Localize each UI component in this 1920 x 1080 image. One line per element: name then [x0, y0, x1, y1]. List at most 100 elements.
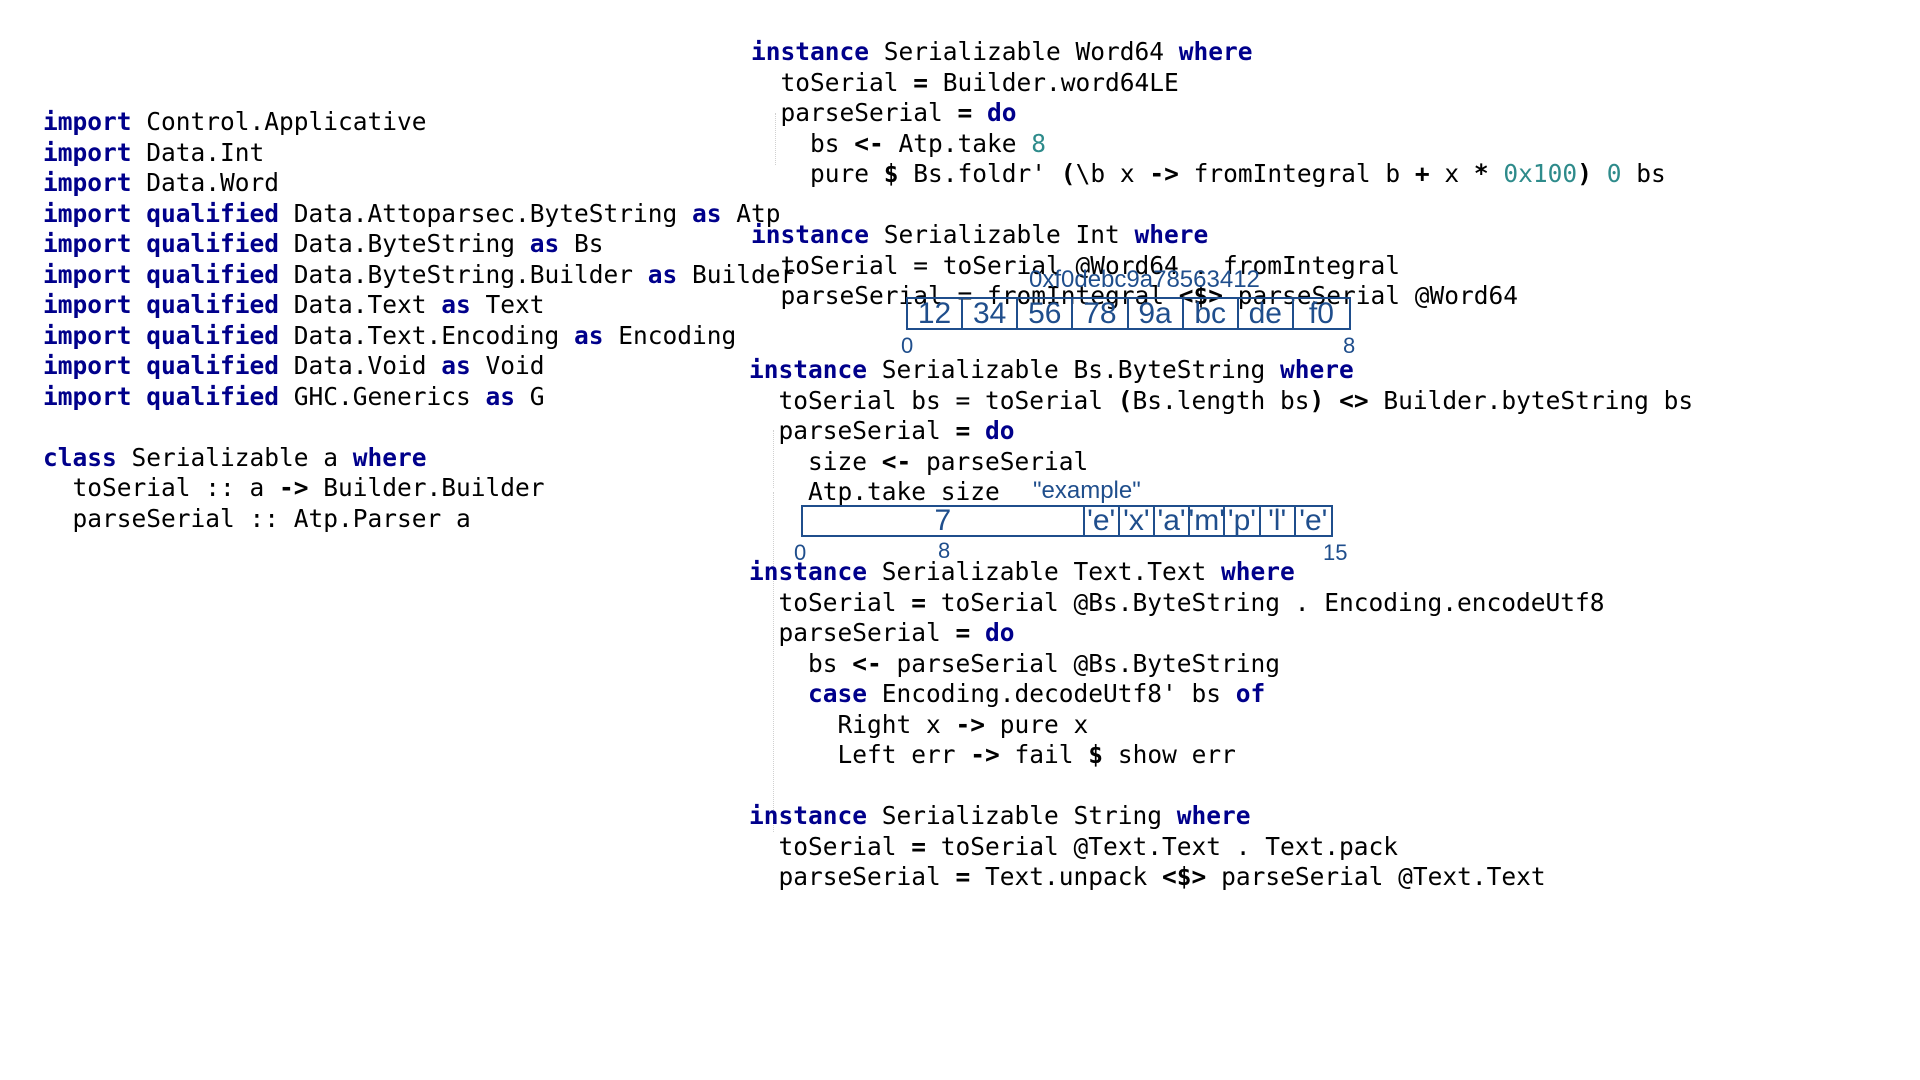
code-token: Bs.foldr' — [898, 159, 1061, 188]
keyword-token: do — [985, 416, 1015, 445]
keyword-token: where — [1176, 801, 1251, 830]
code-token: Builder.byteString bs — [1368, 385, 1694, 415]
code-line: Right x -> pure x — [749, 710, 1605, 741]
code-token: Void — [470, 351, 545, 380]
code-line: import qualified Data.Void as Void — [43, 351, 795, 382]
code-token: Atp.take — [883, 128, 1032, 158]
code-line: instance Serializable String where — [749, 801, 1605, 832]
code-line: toSerial = toSerial @Bs.ByteString . Enc… — [749, 588, 1605, 619]
code-token: Data.Text.Encoding — [279, 320, 575, 350]
code-line: parseSerial = Text.unpack <$> parseSeria… — [749, 862, 1605, 893]
code-token: Data.Attoparsec.ByteString — [279, 198, 693, 228]
byte-cell: bc — [1184, 297, 1239, 330]
code-line: bs <- parseSerial @Bs.ByteString — [749, 649, 1605, 680]
code-token: G — [515, 381, 545, 411]
code-token: size — [749, 446, 882, 476]
char-byte-cell: 'e' — [1299, 504, 1328, 537]
keyword-token: where — [1280, 355, 1354, 384]
keyword-token: import qualified — [43, 229, 280, 258]
keyword-token: instance — [751, 37, 870, 66]
byte-cell: de — [1239, 297, 1294, 330]
byte-cell: f0 — [1308, 296, 1334, 330]
char-byte-cell: 'a' — [1155, 504, 1191, 537]
code-token: Text.unpack — [970, 862, 1163, 891]
code-token: <- — [881, 446, 912, 476]
keyword-token: import qualified — [43, 290, 280, 319]
code-token: bs — [1621, 159, 1666, 188]
code-token: Bs.length bs — [1132, 385, 1310, 415]
code-line: toSerial = Builder.word64LE — [751, 68, 1666, 99]
code-token: toSerial — [751, 67, 914, 97]
code-line: import qualified Data.Attoparsec.ByteStr… — [43, 199, 795, 230]
code-token: GHC.Generics — [279, 381, 486, 411]
code-token: bs — [749, 648, 853, 678]
code-token: = — [955, 416, 971, 445]
keyword-token: import qualified — [43, 320, 280, 350]
code-token: Serializable Int — [869, 220, 1135, 249]
keyword-token: import qualified — [43, 381, 280, 411]
keyword-token: instance — [749, 355, 868, 384]
code-line: instance Serializable Text.Text where — [749, 557, 1605, 588]
keyword-token: as — [441, 290, 471, 319]
code-line: parseSerial = do — [749, 416, 1693, 447]
code-line: parseSerial :: Atp.Parser a — [43, 504, 795, 535]
code-token: parseSerial — [911, 446, 1089, 476]
keyword-token: instance — [751, 220, 870, 249]
code-token: = — [911, 831, 927, 861]
byte-cell: 78 — [1073, 297, 1129, 330]
keyword-token: as — [574, 320, 604, 350]
code-token: fail — [999, 740, 1089, 769]
char-byte-cell: 'l' — [1261, 504, 1296, 537]
code-token: Data.Text — [279, 290, 442, 319]
code-line: parseSerial = do — [749, 618, 1605, 649]
keyword-token: instance — [749, 801, 868, 830]
code-token: ) — [1309, 385, 1325, 415]
keyword-token: import — [43, 107, 132, 136]
code-token: Data.ByteString — [279, 229, 530, 258]
byte-cell: 34 — [963, 297, 1019, 330]
code-line: import Control.Applicative — [43, 107, 795, 138]
word64-diagram-title: 0xf0debc9a78563412 — [1029, 266, 1260, 293]
code-token: <- — [854, 128, 884, 158]
code-token: * — [1473, 159, 1489, 188]
code-token: = — [913, 67, 929, 97]
code-token: pure — [751, 159, 884, 188]
keyword-token: as — [529, 229, 560, 258]
keyword-token: as — [647, 259, 678, 289]
code-token: -> — [970, 740, 1000, 769]
code-token: toSerial :: a — [43, 473, 280, 502]
imports-and-class-code: import Control.Applicative import Data.In… — [43, 107, 795, 534]
code-token: Atp.take size — [749, 477, 1000, 506]
code-line: import qualified Data.ByteString.Builder… — [43, 260, 795, 291]
keyword-token: instance — [749, 557, 868, 586]
code-token: Encoding — [603, 320, 737, 350]
code-token: ) — [1577, 159, 1592, 188]
number-token: 0x100 — [1503, 159, 1578, 188]
code-line: import Data.Word — [43, 168, 795, 199]
code-token: toSerial bs = toSerial — [749, 385, 1118, 415]
keyword-token: where — [1134, 220, 1209, 249]
code-line: size <- parseSerial — [749, 447, 1693, 478]
code-token: Encoding.decodeUtf8' bs — [867, 679, 1236, 708]
code-line: Atp.take size — [749, 477, 1693, 508]
code-line: toSerial bs = toSerial (Bs.length bs) <>… — [749, 385, 1694, 417]
code-token: Serializable Word64 — [869, 37, 1179, 66]
code-token: -> — [955, 709, 986, 739]
code-line: import Data.Int — [43, 138, 795, 169]
code-token: pure x — [985, 709, 1089, 739]
code-token: = — [911, 587, 927, 617]
code-token: Serializable Text.Text — [867, 557, 1222, 586]
keyword-token: do — [987, 98, 1017, 127]
code-token: parseSerial :: Atp.Parser a — [43, 503, 471, 533]
code-token: -> — [1149, 159, 1179, 188]
code-token: toSerial @Bs.ByteString . Encoding.encod… — [926, 587, 1605, 617]
code-token: $ — [883, 159, 899, 188]
code-line: import qualified Data.Text as Text — [43, 290, 795, 321]
keyword-token: where — [1221, 557, 1295, 586]
keyword-token: do — [985, 618, 1015, 647]
